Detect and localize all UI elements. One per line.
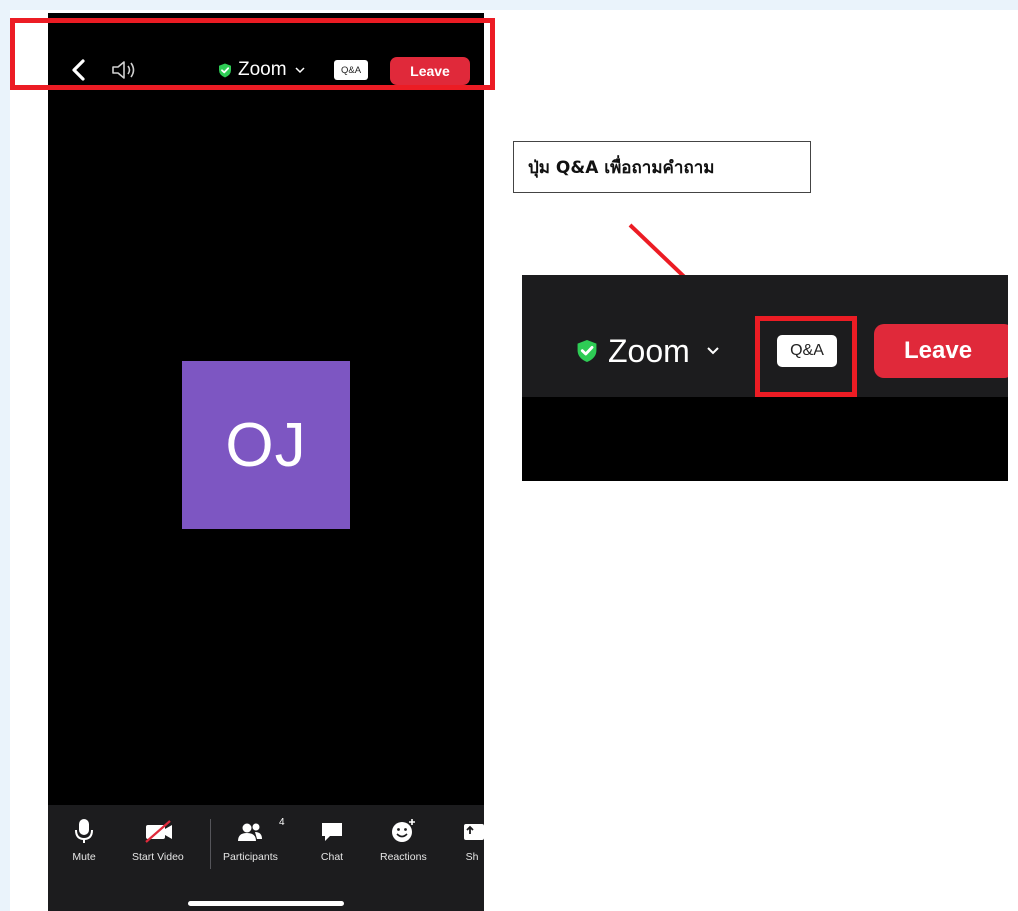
callout-label: ปุ่ม Q&A เพื่อถามคำถาม: [513, 141, 811, 193]
share-label: Sh: [465, 851, 479, 863]
reactions-button[interactable]: Reactions: [380, 817, 427, 863]
share-screen-icon: [464, 824, 484, 840]
shield-check-icon: [577, 340, 597, 362]
share-button[interactable]: Sh: [460, 817, 484, 863]
zoomed-meeting-title-text: Zoom: [608, 332, 690, 369]
mute-label: Mute: [72, 851, 96, 863]
chevron-down-icon: [707, 347, 719, 355]
toolbar-divider: [210, 819, 211, 869]
participant-avatar: OJ: [182, 361, 350, 529]
participants-label: Participants: [223, 851, 278, 863]
reactions-label: Reactions: [380, 851, 427, 863]
start-video-button[interactable]: Start Video: [132, 817, 184, 863]
participants-icon: [238, 823, 263, 841]
microphone-icon: [75, 819, 93, 843]
chat-button[interactable]: Chat: [318, 817, 346, 863]
chat-bubble-icon: [322, 823, 342, 841]
meeting-toolbar: Mute Start Video Participants 4 Chat Rea…: [48, 805, 484, 911]
header-highlight-box: [10, 18, 495, 90]
zoomed-leave-button[interactable]: Leave: [874, 324, 1008, 378]
participants-count: 4: [279, 817, 285, 828]
zoomed-meeting-title[interactable]: Zoom: [576, 331, 720, 371]
participants-button[interactable]: Participants: [223, 817, 278, 863]
smiley-plus-icon: [392, 819, 416, 842]
qa-highlight-box: [755, 316, 857, 397]
video-off-icon: [145, 820, 172, 843]
start-video-label: Start Video: [132, 851, 184, 863]
home-indicator: [188, 901, 344, 906]
chat-label: Chat: [320, 851, 344, 863]
mute-button[interactable]: Mute: [72, 817, 96, 863]
phone-screenshot: Zoom Q&A Leave OJ Mute Start Video Parti…: [48, 13, 484, 911]
